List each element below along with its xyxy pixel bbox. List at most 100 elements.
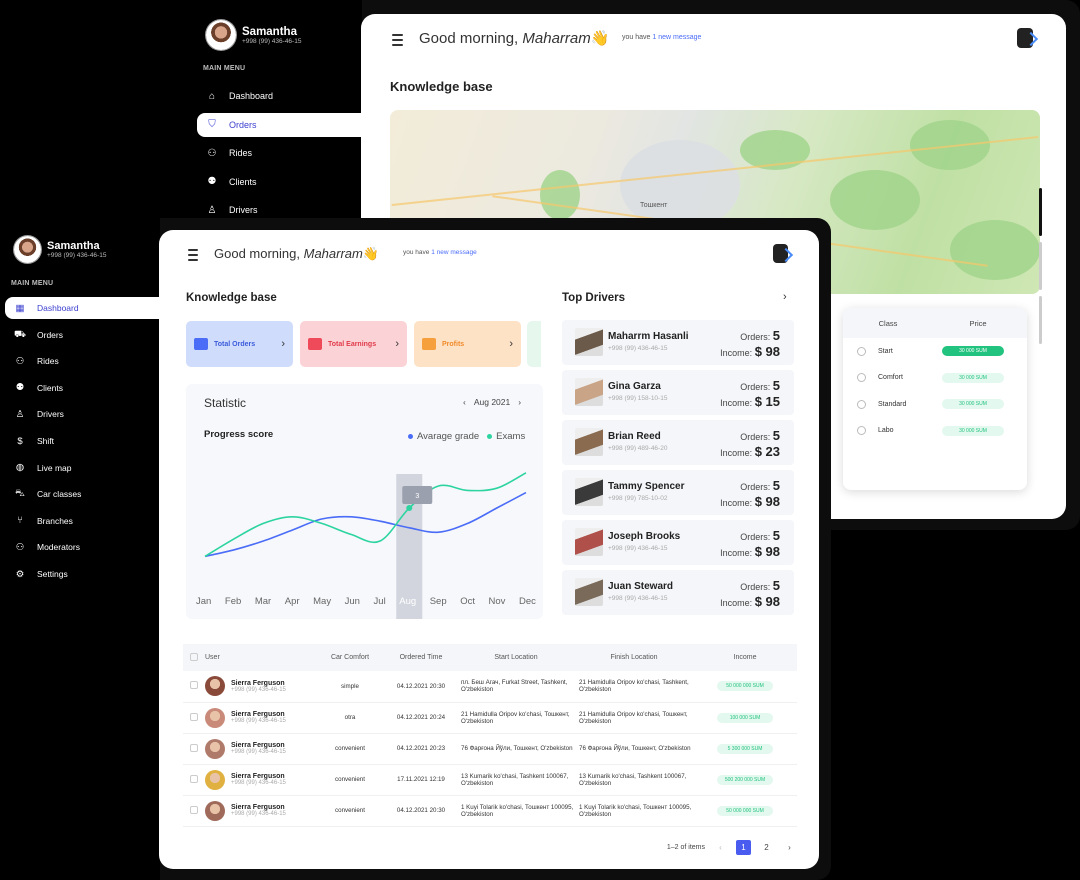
sidebar-item-car-classes[interactable]: ⛍ Car classes <box>5 483 160 505</box>
table-row[interactable]: Sierra Ferguson +998 (99) 436-46-15 conv… <box>183 795 797 827</box>
x-tick-label: Apr <box>284 596 300 607</box>
driver-phone: +998 (99) 436-46-15 <box>608 545 668 552</box>
sidebar-item-drivers[interactable]: ♙ Drivers <box>5 403 160 425</box>
scrollbar-track-2[interactable] <box>1039 296 1042 344</box>
next-page-icon[interactable]: › <box>782 840 797 855</box>
progress-chart[interactable]: 3 <box>186 444 543 619</box>
driver-name: Brian Reed <box>608 431 661 442</box>
class-radio[interactable] <box>857 346 866 356</box>
map-city-label: Тошкент <box>640 202 668 209</box>
sidebar-item-label: Dashboard <box>37 303 79 313</box>
sidebar-item-clients[interactable]: ⚉ Clients <box>5 377 160 399</box>
driver-income-value: $ 98 <box>754 594 780 609</box>
page-1-button[interactable]: 1 <box>736 840 751 855</box>
class-radio[interactable] <box>857 399 866 409</box>
table-row[interactable]: Sierra Ferguson +998 (99) 436-46-15 simp… <box>183 671 797 703</box>
price-pill: 30 000 SUM <box>942 399 1004 410</box>
user-name: Sierra Ferguson <box>231 711 285 718</box>
x-tick-label: May <box>313 596 332 607</box>
profile-name: Samantha <box>242 25 297 38</box>
logout-icon[interactable] <box>1017 28 1033 48</box>
row-checkbox[interactable] <box>190 743 198 752</box>
prev-page-icon[interactable]: ‹ <box>713 840 728 855</box>
profile-phone: +998 (99) 436-46-15 <box>47 252 107 259</box>
driver-income: Income: $ 15 <box>720 394 780 409</box>
front-main-panel: Good morning, Maharram👋 you have 1 new m… <box>159 230 819 869</box>
scrollbar-track[interactable] <box>1039 242 1042 290</box>
driver-row[interactable]: Maharrm Hasanli +998 (99) 436-46-15 Orde… <box>562 320 794 365</box>
row-checkbox[interactable] <box>190 712 198 721</box>
driver-row[interactable]: Joseph Brooks +998 (99) 436-46-15 Orders… <box>562 520 794 565</box>
row-checkbox[interactable] <box>190 681 198 690</box>
sidebar-item-orders[interactable]: ⛟ Orders <box>5 324 160 346</box>
row-checkbox[interactable] <box>190 805 198 814</box>
driver-row[interactable]: Gina Garza +998 (99) 158-10-15 Orders: 5… <box>562 370 794 415</box>
sidebar-item-clients[interactable]: ⚉ Clients <box>197 170 362 194</box>
price-row[interactable]: Start 30 000 SUM <box>843 338 1027 365</box>
driver-row[interactable]: Juan Steward +998 (99) 436-46-15 Orders:… <box>562 570 794 615</box>
profile-name: Samantha <box>47 240 100 252</box>
sidebar-item-shift[interactable]: $ Shift <box>5 430 160 452</box>
hamburger-menu-icon[interactable] <box>188 249 198 264</box>
sidebar-item-rides[interactable]: ⚇ Rides <box>197 141 362 165</box>
table-row[interactable]: Sierra Ferguson +998 (99) 436-46-15 conv… <box>183 764 797 796</box>
class-radio[interactable] <box>857 373 866 383</box>
driver-name: Tammy Spencer <box>608 481 685 492</box>
table-row[interactable]: Sierra Ferguson +998 (99) 436-46-15 otra… <box>183 702 797 734</box>
sidebar-item-live-map[interactable]: ◍ Live map <box>5 457 160 479</box>
user-phone: +998 (99) 436-46-15 <box>231 749 286 755</box>
clients-icon: ⚉ <box>15 382 25 394</box>
sidebar-item-orders[interactable]: ⛉ Orders <box>197 112 362 137</box>
sidebar-item-dashboard[interactable]: ▦ Dashboard <box>5 297 160 319</box>
sidebar-item-label: Rides <box>229 148 253 158</box>
logout-icon[interactable] <box>773 244 788 263</box>
price-row[interactable]: Labo 30 000 SUM <box>843 418 1027 445</box>
sidebar-item-settings[interactable]: ⚙ Settings <box>5 563 160 585</box>
class-name: Comfort <box>878 374 903 382</box>
start-location-cell: 21 Hamidulla Oripov ko'chasi, Тошкент, O… <box>457 702 575 734</box>
sidebar-item-dashboard[interactable]: ⌂ Dashboard <box>197 84 362 108</box>
chevron-right-icon[interactable]: › <box>783 291 787 303</box>
moderators-icon: ⚇ <box>15 541 25 553</box>
driver-income-value: $ 98 <box>754 494 780 509</box>
scrollbar-thumb[interactable] <box>1039 188 1042 236</box>
bookmark-icon: ⛉ <box>208 119 216 130</box>
sidebar-item-rides[interactable]: ⚇ Rides <box>5 350 160 372</box>
income-pill: 5 300 000 SUM <box>717 743 773 754</box>
class-name: Standard <box>878 400 907 408</box>
folder-icon <box>194 338 208 350</box>
price-card: Class Price Start 30 000 SUM Comfort 30 … <box>843 308 1027 490</box>
page-2-button[interactable]: 2 <box>759 840 774 855</box>
sidebar-item-moderators[interactable]: ⚇ Moderators <box>5 536 160 558</box>
price-pill: 30 000 SUM <box>942 425 1004 436</box>
period-picker[interactable]: ‹ Aug 2021 › <box>463 397 521 407</box>
hamburger-menu-icon[interactable] <box>392 34 403 49</box>
table-row[interactable]: Sierra Ferguson +998 (99) 436-46-15 conv… <box>183 733 797 765</box>
next-period-icon[interactable]: › <box>518 397 521 407</box>
kb-card-peek[interactable] <box>527 321 541 367</box>
prev-period-icon[interactable]: ‹ <box>463 397 466 407</box>
price-row[interactable]: Standard 30 000 SUM <box>843 391 1027 418</box>
sidebar-item-branches[interactable]: ⑂ Branches <box>5 510 160 532</box>
new-message-link[interactable]: 1 new message <box>431 249 477 256</box>
driver-income-value: $ 98 <box>754 344 780 359</box>
driver-income: Income: $ 98 <box>720 494 780 509</box>
sidebar-item-label: Car classes <box>37 489 82 500</box>
driver-row[interactable]: Brian Reed +998 (99) 489-46-20 Orders: 5… <box>562 420 794 465</box>
back-profile[interactable]: Samantha +998 (99) 436-46-15 <box>206 20 301 50</box>
price-row[interactable]: Comfort 30 000 SUM <box>843 365 1027 392</box>
x-tick-label: Jun <box>344 596 360 607</box>
new-message-link[interactable]: 1 new message <box>652 34 701 41</box>
x-tick-label: Jul <box>373 596 386 607</box>
driver-row[interactable]: Tammy Spencer +998 (99) 785-10-02 Orders… <box>562 470 794 515</box>
select-all-checkbox[interactable] <box>190 652 198 661</box>
front-profile[interactable]: Samantha +998 (99) 436-46-15 <box>14 236 106 263</box>
row-checkbox[interactable] <box>190 774 198 783</box>
kb-card-total-orders[interactable]: Total Orders › <box>186 321 293 367</box>
class-radio[interactable] <box>857 426 866 436</box>
highlight-point[interactable] <box>406 505 413 511</box>
x-axis: Jan Feb Mar Apr May Jun Jul Aug Sep Oct Nov Dec <box>196 596 536 607</box>
kb-card-profits[interactable]: Profits › <box>414 321 521 367</box>
kb-card-total-earnings[interactable]: Total Earnings › <box>300 321 407 367</box>
chevron-right-icon: › <box>395 338 399 350</box>
